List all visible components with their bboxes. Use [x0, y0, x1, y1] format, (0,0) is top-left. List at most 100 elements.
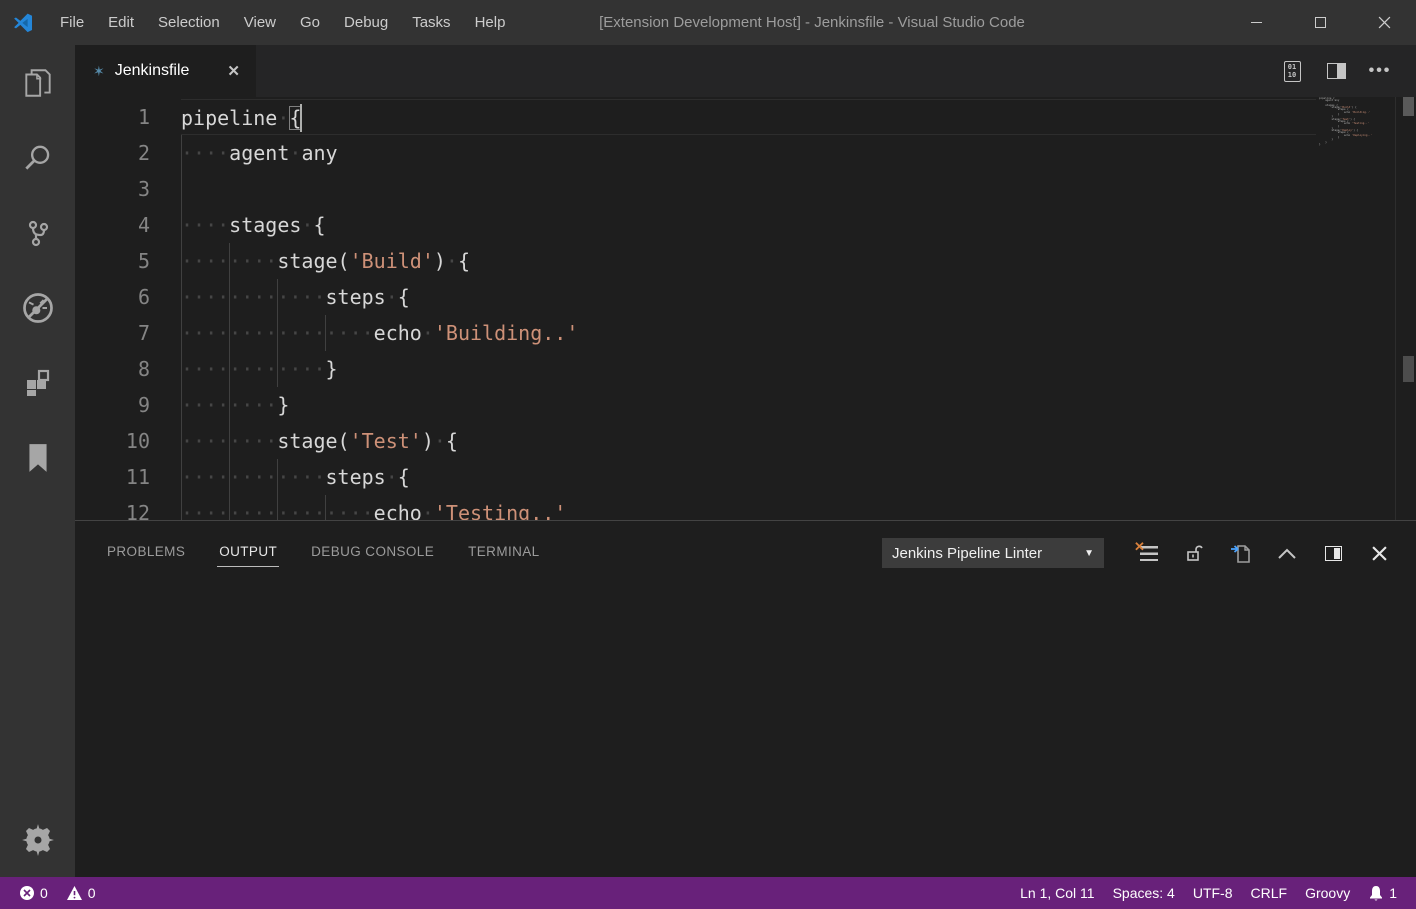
panel-actions: Jenkins Pipeline Linter ▼ ✕ — [882, 521, 1416, 585]
more-actions-button[interactable]: ••• — [1358, 45, 1402, 97]
indent-guide — [181, 243, 182, 279]
code-token: } — [326, 357, 338, 381]
indent-guide — [181, 315, 182, 351]
code-line[interactable]: ····stages·{ — [181, 207, 1316, 243]
code-token: 'Testing..' — [1352, 122, 1369, 125]
sidebar-item-explorer[interactable] — [0, 45, 75, 120]
notifications-bell[interactable]: 1 — [1359, 877, 1406, 909]
code-line[interactable]: ················echo·'Testing..' — [181, 495, 1316, 520]
status-item[interactable]: CRLF — [1242, 877, 1297, 909]
code-line[interactable]: ········stage('Build')·{ — [181, 243, 1316, 279]
code-line[interactable]: ············steps·{ — [181, 279, 1316, 315]
code-line[interactable]: ········stage('Test')·{ — [181, 423, 1316, 459]
code-token: any — [301, 141, 337, 165]
code-line[interactable]: ················echo·'Building..' — [181, 315, 1316, 351]
line-number: 2 — [75, 135, 150, 171]
activity-bar — [0, 45, 75, 877]
whitespace-dots: ············ — [181, 357, 326, 381]
groovy-star-icon: ✶ — [93, 63, 105, 80]
lock-scrolling-button[interactable] — [1172, 533, 1218, 573]
indent-guide — [181, 459, 182, 495]
code-token: { — [313, 213, 325, 237]
code-token: stages — [229, 213, 301, 237]
menu-edit[interactable]: Edit — [96, 0, 146, 45]
output-channel-select[interactable]: Jenkins Pipeline Linter ▼ — [882, 538, 1104, 568]
code-token: { — [1353, 118, 1355, 121]
overview-ruler[interactable] — [1395, 97, 1416, 520]
settings-button[interactable] — [0, 802, 75, 877]
code-content[interactable]: pipeline·{····agent·any····stages·{·····… — [181, 99, 1316, 520]
menu-selection[interactable]: Selection — [146, 0, 232, 45]
sidebar-item-extensions[interactable] — [0, 345, 75, 420]
code-editor[interactable]: 123456789101112131415161718192021 pipeli… — [75, 97, 1416, 520]
maximize-button[interactable] — [1288, 0, 1352, 45]
code-line[interactable]: ············} — [181, 351, 1316, 387]
panel-tab-debug-console[interactable]: DEBUG CONSOLE — [309, 538, 436, 569]
maximize-panel-button[interactable] — [1264, 533, 1310, 573]
sidebar-item-debug-disabled[interactable] — [0, 270, 75, 345]
sidebar-item-source-control[interactable] — [0, 195, 75, 270]
indent-guide — [181, 279, 182, 315]
status-item[interactable]: Ln 1, Col 11 — [1011, 877, 1103, 909]
maximize-panel-icon — [1277, 545, 1297, 561]
minimize-button[interactable] — [1224, 0, 1288, 45]
code-line[interactable]: ············steps·{ — [181, 459, 1316, 495]
binary-file-button[interactable]: 0110 — [1270, 45, 1314, 97]
close-button[interactable] — [1352, 0, 1416, 45]
tab-jenkinsfile[interactable]: ✶ Jenkinsfile ✕ — [75, 45, 256, 97]
menu-help[interactable]: Help — [463, 0, 518, 45]
whitespace-dots: ···· — [181, 213, 229, 237]
error-icon — [19, 885, 35, 901]
problems-status[interactable]: 0 — [10, 877, 57, 909]
menu-tasks[interactable]: Tasks — [400, 0, 462, 45]
status-item[interactable]: Spaces: 4 — [1104, 877, 1184, 909]
code-token: echo — [374, 501, 422, 520]
line-number: 4 — [75, 207, 150, 243]
panel-tab-output[interactable]: OUTPUT — [217, 538, 279, 569]
tab-close-icon[interactable]: ✕ — [223, 60, 244, 82]
panel-tab-problems[interactable]: PROBLEMS — [105, 538, 187, 569]
close-panel-button[interactable] — [1356, 533, 1402, 573]
status-bar: 0 0 Ln 1, Col 11Spaces: 4UTF-8CRLFGroovy… — [0, 877, 1416, 909]
scrollbar-thumb[interactable] — [1403, 97, 1414, 116]
open-log-file-button[interactable] — [1218, 533, 1264, 573]
code-token: { — [446, 429, 458, 453]
split-editor-icon — [1327, 63, 1346, 79]
indent-guide — [181, 423, 182, 459]
line-number: 6 — [75, 279, 150, 315]
error-count: 0 — [40, 885, 48, 901]
sidebar-item-search[interactable] — [0, 120, 75, 195]
status-item[interactable]: Groovy — [1296, 877, 1359, 909]
indent-guide — [229, 387, 230, 423]
menu-view[interactable]: View — [232, 0, 288, 45]
code-line[interactable]: pipeline·{ — [181, 99, 1316, 135]
clear-output-button[interactable]: ✕ — [1126, 533, 1172, 573]
indent-guide — [229, 243, 230, 279]
code-line[interactable]: ········} — [181, 387, 1316, 423]
split-editor-button[interactable] — [1314, 45, 1358, 97]
code-token: ) — [434, 249, 446, 273]
menu-debug[interactable]: Debug — [332, 0, 400, 45]
code-token: steps — [326, 465, 386, 489]
minimap[interactable]: pipeline·{····agent·any····stages·{·····… — [1316, 97, 1395, 520]
tab-bar: ✶ Jenkinsfile ✕ 0110 ••• — [75, 45, 1416, 97]
whitespace-dots: ···· — [181, 141, 229, 165]
panel-tab-terminal[interactable]: TERMINAL — [466, 538, 541, 569]
menu-file[interactable]: File — [48, 0, 96, 45]
indent-guide — [229, 459, 230, 495]
menu-go[interactable]: Go — [288, 0, 332, 45]
editor-actions: 0110 ••• — [1270, 45, 1416, 97]
code-line[interactable] — [181, 171, 1316, 207]
code-token: 'Building..' — [1352, 111, 1371, 114]
panel-position-button[interactable] — [1310, 533, 1356, 573]
code-token: 'Deploying..' — [1352, 134, 1372, 137]
code-line[interactable]: ····agent·any — [181, 135, 1316, 171]
status-item[interactable]: UTF-8 — [1184, 877, 1242, 909]
output-content[interactable] — [75, 585, 1416, 877]
menu-bar: FileEditSelectionViewGoDebugTasksHelp — [48, 0, 517, 45]
sidebar-item-bookmarks[interactable] — [0, 420, 75, 495]
status-left: 0 0 — [0, 877, 105, 909]
unlock-icon — [1185, 543, 1205, 563]
close-icon — [1378, 16, 1391, 29]
warnings-status[interactable]: 0 — [57, 877, 105, 909]
